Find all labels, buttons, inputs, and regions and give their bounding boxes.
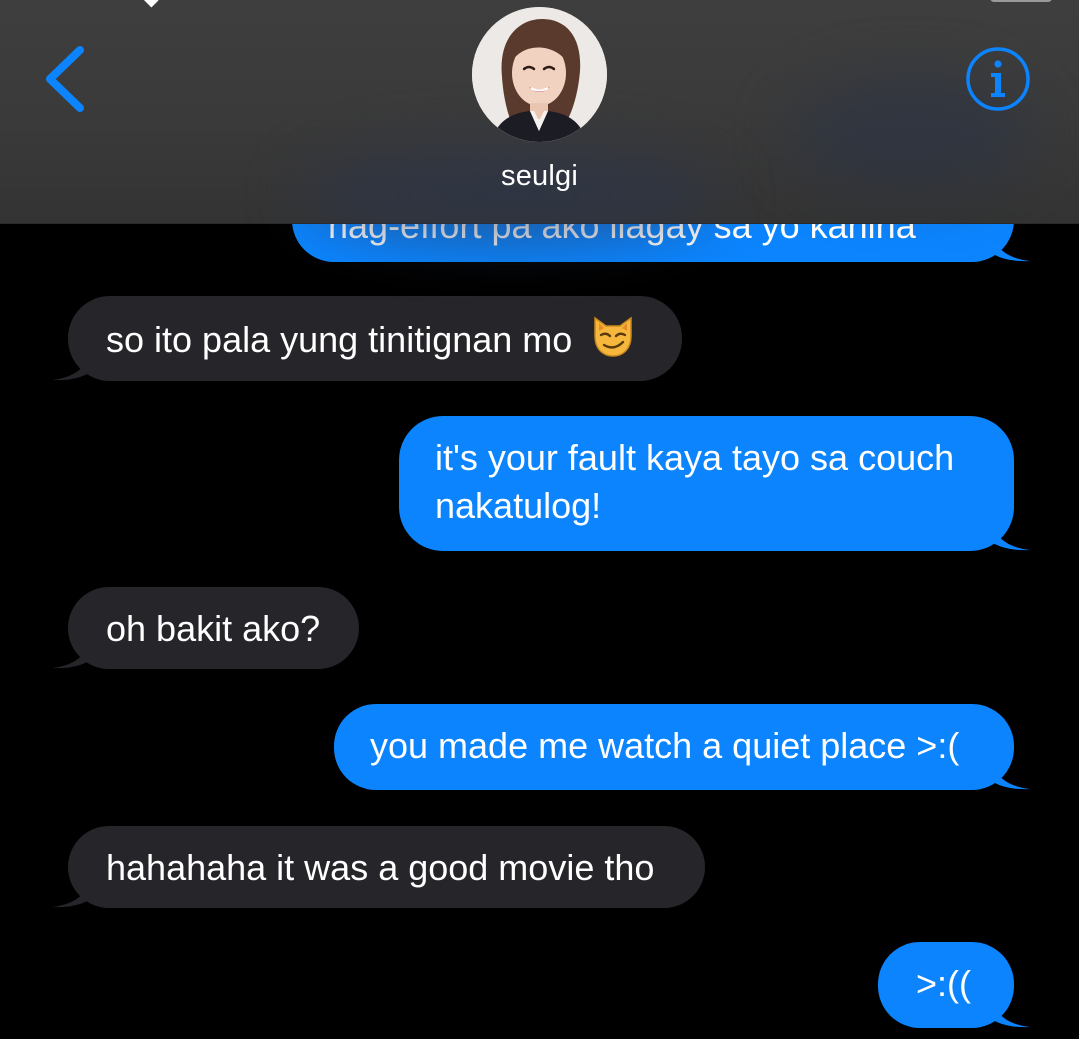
message-bubble-incoming[interactable]: so ito pala yung tinitignan mo	[52, 296, 682, 381]
message-bubble-incoming[interactable]: hahahaha it was a good movie tho	[52, 826, 705, 908]
bubble-tail	[990, 994, 1030, 1028]
bubble-tail	[990, 228, 1030, 262]
contact-name[interactable]: seulgi	[0, 160, 1079, 193]
back-button[interactable]	[38, 40, 98, 120]
bubble-tail	[990, 517, 1030, 551]
messages-screen: nag-effort pa ako ilagay sa yo kanina so…	[0, 0, 1079, 1039]
battery-icon	[990, 0, 1052, 2]
message-text: hahahaha it was a good movie tho	[106, 847, 655, 888]
status-bar-icon	[141, 0, 159, 8]
conversation-header: seulgi	[0, 0, 1079, 240]
message-bubble-outgoing[interactable]: it's your fault kaya tayo sa couch nakat…	[399, 416, 1030, 551]
bubble-tail	[990, 756, 1030, 790]
message-text: oh bakit ako?	[106, 608, 321, 649]
avatar-photo	[472, 7, 607, 142]
info-button[interactable]	[965, 46, 1031, 112]
bubble-tail	[52, 347, 92, 381]
message-text: it's your fault kaya tayo sa couch nakat…	[435, 437, 955, 526]
message-bubble-incoming[interactable]: oh bakit ako?	[52, 587, 359, 669]
message-bubble-outgoing[interactable]: you made me watch a quiet place >:(	[334, 704, 1030, 790]
bubble-tail	[52, 874, 92, 908]
info-icon	[966, 47, 1030, 111]
bubble-tail	[52, 635, 92, 669]
message-text: you made me watch a quiet place >:(	[370, 725, 960, 766]
message-bubble-outgoing[interactable]: >:((	[878, 942, 1030, 1028]
message-text: so ito pala yung tinitignan mo	[106, 319, 573, 360]
smirking-cat-icon	[590, 314, 636, 370]
contact-avatar[interactable]	[472, 7, 607, 142]
chevron-left-icon	[46, 46, 84, 112]
message-text: >:((	[916, 963, 972, 1004]
